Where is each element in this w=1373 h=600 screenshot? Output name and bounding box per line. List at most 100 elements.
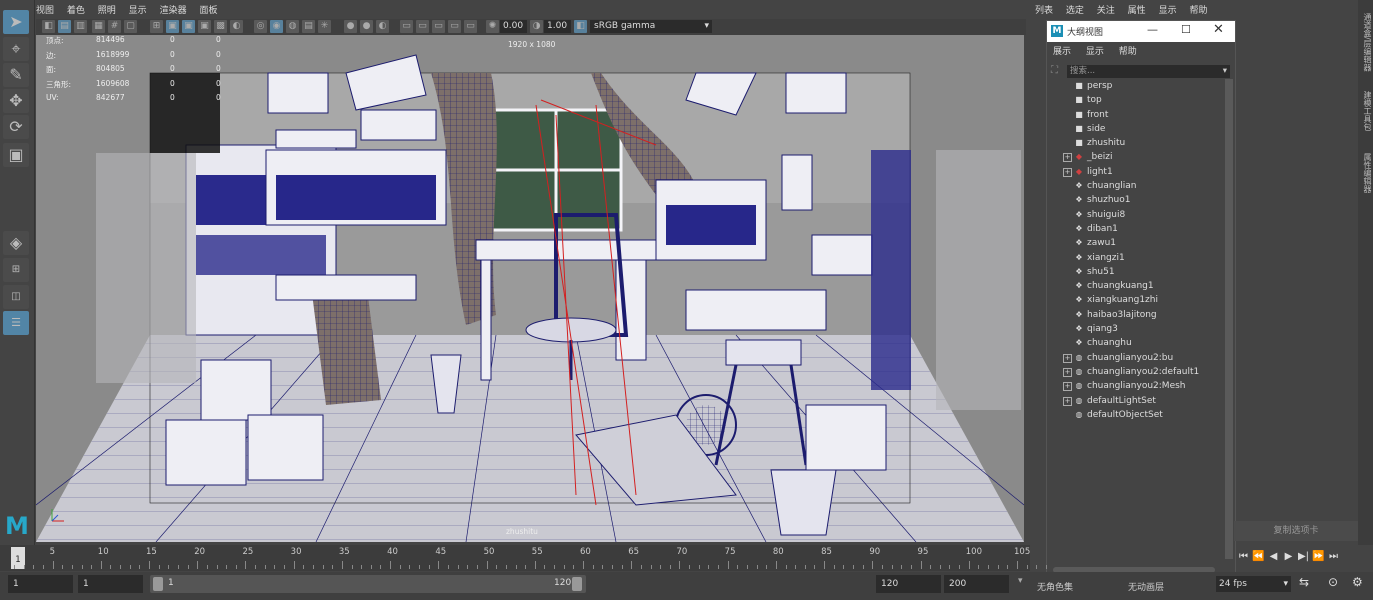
menu-panels[interactable]: 面板 (199, 3, 217, 16)
minimize-icon[interactable]: — (1147, 23, 1158, 36)
scale-tool-icon[interactable]: ▣ (3, 143, 29, 167)
outliner-item[interactable]: + ◆ _beizi (1047, 150, 1225, 164)
auto-key-icon[interactable]: ⊙ (1328, 575, 1338, 589)
color-space-select[interactable]: sRGB gamma ▾ (590, 20, 712, 33)
gamma-field[interactable]: 1.00 (544, 20, 571, 33)
outliner-item[interactable]: ■ zhushitu (1047, 136, 1225, 150)
play-icon[interactable]: ▶ (1281, 551, 1296, 562)
aa-icon[interactable]: ✳ (318, 20, 331, 33)
four-view-icon[interactable]: ⊞ (3, 258, 29, 282)
menu-list[interactable]: 列表 (1035, 3, 1053, 16)
camera-attr-icon[interactable]: ▤ (58, 20, 71, 33)
wireframe-icon[interactable]: ▣ (166, 20, 179, 33)
outliner-vscrollbar[interactable] (1225, 79, 1233, 559)
textured-icon[interactable]: ▩ (214, 20, 227, 33)
paint-select-icon[interactable]: ✎ (3, 63, 29, 87)
smooth-shade-icon[interactable]: ▣ (182, 20, 195, 33)
outliner-item[interactable]: ■ persp (1047, 79, 1225, 93)
outliner-item[interactable]: + ◍ defaultLightSet (1047, 394, 1225, 408)
grid-icon[interactable]: # (108, 20, 121, 33)
viewport-3d[interactable]: 顶点: 814496 0 0 边: 1618999 0 0 面: 804805 … (36, 35, 1024, 542)
wire-on-shaded-icon[interactable]: ▣ (198, 20, 211, 33)
loop-icon[interactable]: ⇆ (1299, 575, 1309, 589)
gamma-icon[interactable]: ◑ (530, 20, 543, 33)
outliner-item[interactable]: ■ side (1047, 122, 1225, 136)
exposure-icon[interactable]: ✺ (486, 20, 499, 33)
step-back-key-icon[interactable]: ⏪ (1251, 551, 1266, 562)
outliner-item[interactable]: ❖ xiangzi1 (1047, 251, 1225, 265)
outliner-item[interactable]: ■ front (1047, 108, 1225, 122)
gate-mask-icon[interactable]: ▭ (432, 20, 445, 33)
exposure-field[interactable]: 0.00 (500, 20, 527, 33)
outliner-item[interactable]: ❖ zawu1 (1047, 236, 1225, 250)
filter-icon[interactable]: ⛶ (1051, 65, 1058, 76)
tab-modeling-toolkit[interactable]: 建模工具包 (1358, 88, 1373, 133)
menu-show[interactable]: 显示 (129, 3, 147, 16)
outliner-search-input[interactable]: 搜索... ▾ (1067, 65, 1230, 78)
expand-icon[interactable]: + (1063, 396, 1072, 406)
step-back-icon[interactable]: ◀ (1266, 551, 1281, 562)
outliner-item[interactable]: ❖ diban1 (1047, 222, 1225, 236)
outliner-item[interactable]: ❖ chuanghu (1047, 336, 1225, 350)
go-start-icon[interactable]: ⏮ (1236, 551, 1251, 562)
chevron-down-icon[interactable]: ▾ (1223, 65, 1227, 78)
anim-start-field[interactable]: 1 (8, 575, 73, 593)
image-plane-icon[interactable]: ▦ (92, 20, 105, 33)
expand-icon[interactable]: + (1063, 367, 1072, 377)
shadow-icon[interactable]: ● (344, 20, 357, 33)
preferences-icon[interactable]: ⚙ (1352, 575, 1363, 589)
maximize-icon[interactable]: ☐ (1181, 23, 1191, 36)
close-icon[interactable]: ✕ (1213, 22, 1224, 37)
outliner-item[interactable]: ❖ qiang3 (1047, 322, 1225, 336)
outliner-item[interactable]: ❖ haibao3lajitong (1047, 308, 1225, 322)
safe-action-icon[interactable]: ▭ (416, 20, 429, 33)
outliner-item[interactable]: ❖ shu51 (1047, 265, 1225, 279)
menu-view[interactable]: 视图 (36, 3, 54, 16)
step-forward-icon[interactable]: ▶| (1296, 551, 1311, 562)
expand-icon[interactable]: + (1063, 167, 1072, 177)
playback-start-field[interactable]: 1 (78, 575, 143, 593)
outliner-item[interactable]: ❖ shuzhuo1 (1047, 193, 1225, 207)
grid-toggle-icon[interactable]: ⊞ (150, 20, 163, 33)
copy-tab-button[interactable]: 复制选项卡 (1234, 521, 1358, 541)
menu-renderer[interactable]: 渲染器 (160, 3, 187, 16)
outliner-item[interactable]: ❖ shuigui8 (1047, 208, 1225, 222)
expand-icon[interactable]: + (1063, 382, 1072, 392)
outliner-item[interactable]: ■ top (1047, 93, 1225, 107)
resolution-gate-icon[interactable]: ▭ (400, 20, 413, 33)
film-gate-icon[interactable]: ▢ (124, 20, 137, 33)
bookmark-icon[interactable]: ▥ (74, 20, 87, 33)
go-end-icon[interactable]: ⏭ (1326, 551, 1341, 562)
time-slider[interactable]: 1 5 10 15 20 25 30 35 40 45 50 55 60 65 70 75 80 85 90 95 1… (0, 545, 1047, 571)
fps-select[interactable]: 24 fps ▾ (1216, 576, 1291, 592)
menu-attributes[interactable]: 属性 (1128, 3, 1146, 16)
single-view-icon[interactable]: ◈ (3, 231, 29, 255)
menu-show[interactable]: 显示 (1086, 44, 1104, 57)
menu-display[interactable]: 显示 (1159, 3, 1177, 16)
xray-icon[interactable]: ◉ (270, 20, 283, 33)
field-chart-icon[interactable]: ▭ (448, 20, 461, 33)
anim-layer-select[interactable]: 无动画层 (1128, 580, 1164, 593)
camera-select-icon[interactable]: ◧ (42, 20, 55, 33)
character-set-select[interactable]: 无角色集 (1037, 580, 1073, 593)
dof-icon[interactable]: ● (360, 20, 373, 33)
menu-showcase[interactable]: 展示 (1053, 44, 1071, 57)
tab-attribute-editor[interactable]: 属性编辑器 (1358, 150, 1373, 195)
lights-icon[interactable]: ◐ (230, 20, 243, 33)
range-handle-end[interactable] (572, 577, 582, 591)
outliner-item[interactable]: + ◆ light1 (1047, 165, 1225, 179)
menu-selected[interactable]: 选定 (1066, 3, 1084, 16)
menu-focus[interactable]: 关注 (1097, 3, 1115, 16)
outliner-layout-icon[interactable]: ☰ (3, 311, 29, 335)
color-management-icon[interactable]: ◧ (574, 20, 587, 33)
lasso-tool-icon[interactable]: ⌖ (3, 37, 29, 61)
step-forward-key-icon[interactable]: ⏩ (1311, 551, 1326, 562)
menu-help[interactable]: 帮助 (1119, 44, 1137, 57)
range-slider[interactable]: 1 120 (150, 575, 586, 593)
outliner-item[interactable]: + ◍ chuanglianyou2:bu (1047, 351, 1225, 365)
move-tool-icon[interactable]: ✥ (3, 89, 29, 113)
menu-help[interactable]: 帮助 (1189, 3, 1207, 16)
playback-end-field[interactable]: 120 (876, 575, 941, 593)
outliner-item[interactable]: + ◍ chuanglianyou2:Mesh (1047, 379, 1225, 393)
range-handle-start[interactable] (153, 577, 163, 591)
